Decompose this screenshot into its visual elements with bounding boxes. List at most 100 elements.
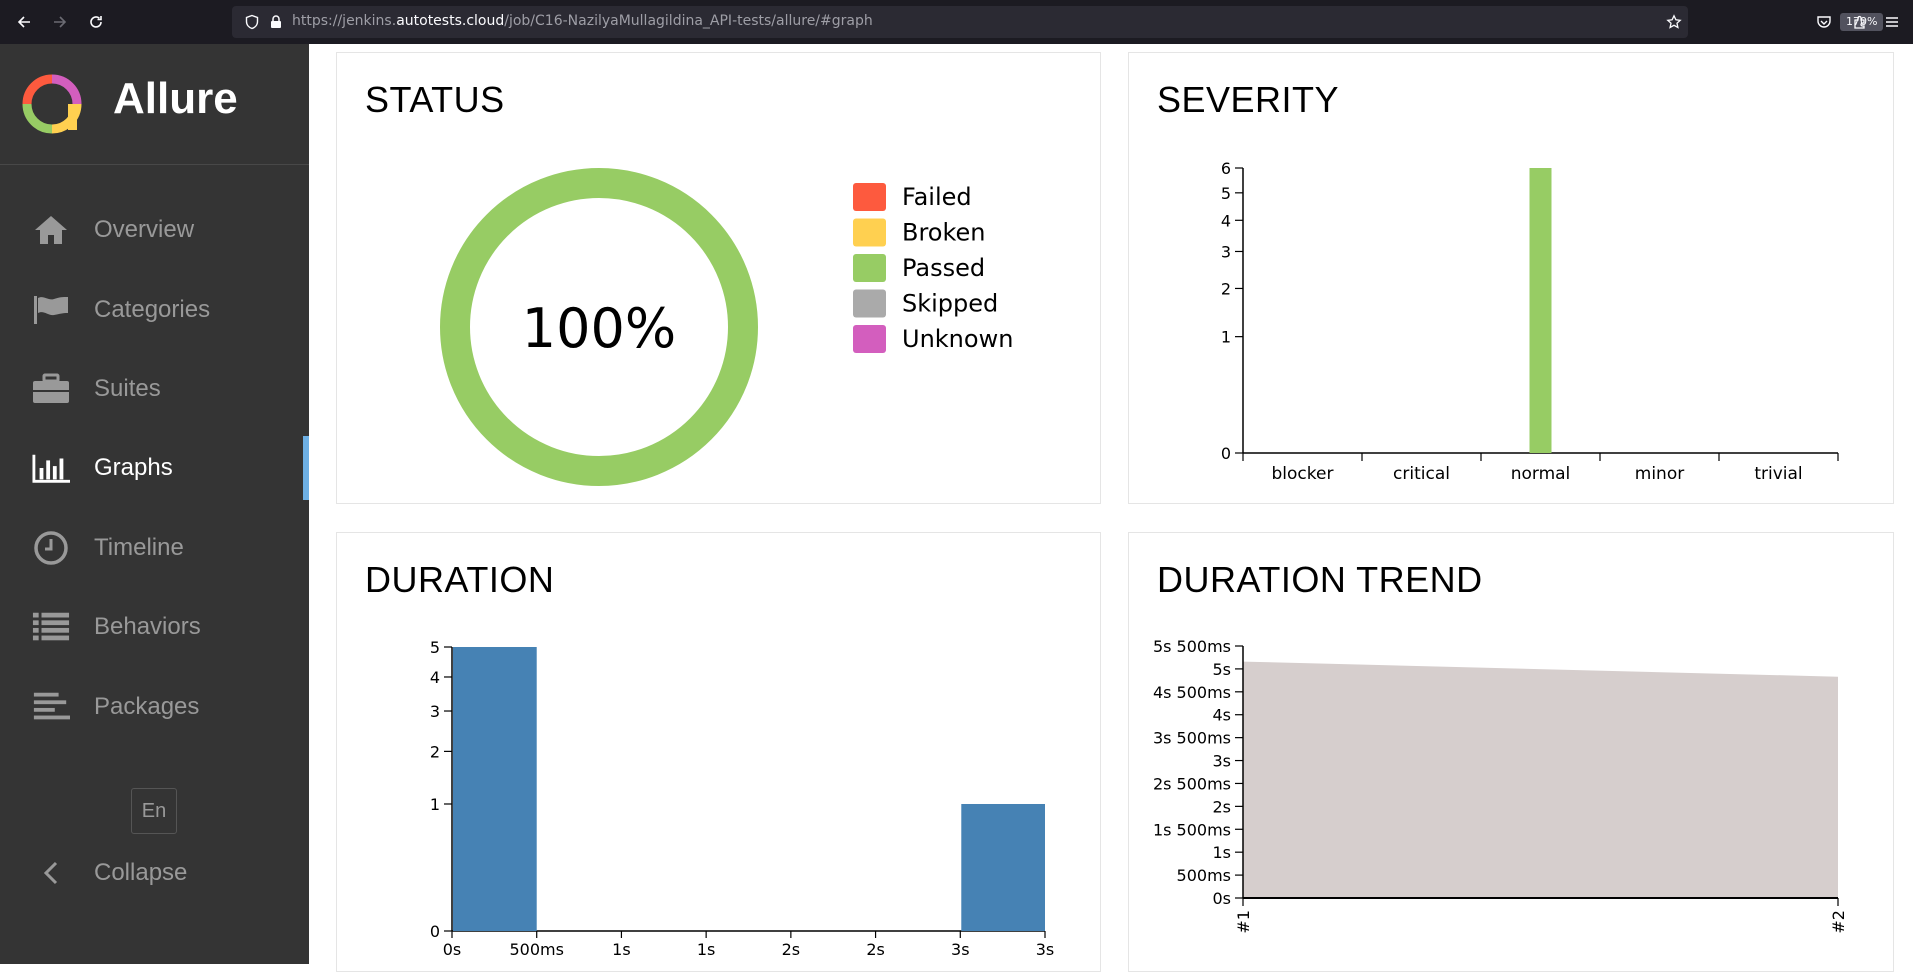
- y-tick-label: 0: [430, 922, 440, 941]
- y-tick-label: 4s 500ms: [1153, 683, 1231, 702]
- collapse-label: Collapse: [94, 859, 188, 886]
- menu-icon[interactable]: [1880, 10, 1904, 34]
- x-tick-label: 0s: [443, 940, 462, 959]
- bar-chart-icon: [32, 449, 70, 487]
- y-tick-label: 4s: [1212, 706, 1231, 725]
- browser-toolbar: https://jenkins.autotests.cloud/job/C16-…: [0, 0, 1913, 44]
- duration-panel: DURATION 0 1 2 3 4 5 0s 500ms 1s 1s 2s 2s 3s 3s: [336, 532, 1101, 972]
- x-tick-label: 3s: [1036, 940, 1055, 959]
- y-tick-label: 1: [1221, 328, 1231, 347]
- sidebar-item-label: Overview: [94, 216, 195, 243]
- home-icon: [32, 211, 70, 249]
- x-tick-label: #2: [1829, 910, 1848, 934]
- y-tick-label: 1s 500ms: [1153, 820, 1231, 839]
- collapse-button[interactable]: Collapse: [0, 841, 309, 905]
- legend-label-skipped: Skipped: [902, 290, 998, 318]
- sidebar-item-timeline[interactable]: Timeline: [0, 516, 309, 580]
- legend-swatch-failed: [853, 183, 886, 211]
- legend-label-failed: Failed: [902, 183, 972, 211]
- sidebar-item-packages[interactable]: Packages: [0, 675, 309, 739]
- lock-icon[interactable]: [268, 14, 284, 30]
- flag-icon: [32, 291, 70, 329]
- trend-area: [1243, 661, 1838, 898]
- x-tick-label: 2s: [866, 940, 885, 959]
- y-tick-label: 6: [1221, 159, 1231, 178]
- sidebar-item-behaviors[interactable]: Behaviors: [0, 595, 309, 659]
- legend-swatch-skipped: [853, 289, 886, 318]
- y-tick-label: 2s: [1212, 797, 1231, 816]
- y-tick-label: 5: [1221, 184, 1231, 203]
- sidebar-item-label: Categories: [94, 296, 211, 323]
- sidebar-item-label: Graphs: [94, 454, 173, 481]
- legend-swatch-unknown: [853, 325, 886, 353]
- duration-trend-chart: 0s 500ms 1s 1s 500ms 2s 2s 500ms 3s 3s 500ms 4s 4…: [1153, 637, 1848, 934]
- y-tick-label: 1: [430, 795, 440, 814]
- duration-bar: [453, 647, 537, 931]
- sidebar-item-suites[interactable]: Suites: [0, 357, 309, 421]
- sidebar: Allure Overview Categories Suites Graphs…: [0, 44, 309, 964]
- address-bar[interactable]: https://jenkins.autotests.cloud/job/C16-…: [232, 6, 1884, 38]
- y-tick-label: 2s 500ms: [1153, 774, 1231, 793]
- y-tick-label: 3: [1221, 242, 1231, 261]
- y-tick-label: 3: [430, 702, 440, 721]
- y-tick-label: 4: [1221, 211, 1231, 230]
- forward-icon[interactable]: [48, 10, 72, 34]
- x-tick-label: trivial: [1754, 464, 1802, 484]
- sidebar-item-label: Timeline: [94, 534, 184, 561]
- url-text[interactable]: https://jenkins.autotests.cloud/job/C16-…: [292, 13, 873, 29]
- x-tick-label: 500ms: [509, 940, 563, 959]
- pocket-icon[interactable]: [1812, 10, 1836, 34]
- y-tick-label: 0: [1221, 444, 1231, 463]
- y-tick-label: 500ms: [1177, 866, 1231, 885]
- y-tick-label: 3s 500ms: [1153, 729, 1231, 748]
- legend-label-passed: Passed: [902, 254, 985, 282]
- sidebar-item-label: Suites: [94, 375, 161, 402]
- y-tick-label: 0s: [1212, 889, 1231, 908]
- pie-center-label: 100%: [522, 297, 676, 360]
- y-tick-label: 1s: [1212, 843, 1231, 862]
- x-tick-label: 3s: [951, 940, 970, 959]
- y-tick-label: 5: [430, 638, 440, 657]
- severity-chart: 0 1 2 3 4 5 6 blocker critical normal minor trivial: [1221, 159, 1839, 484]
- severity-panel: SEVERITY 0 1 2 3 4 5 6 blocker critical normal min…: [1128, 52, 1894, 504]
- brand[interactable]: Allure: [0, 44, 309, 165]
- align-left-icon: [32, 688, 70, 726]
- x-tick-label: #1: [1234, 910, 1253, 934]
- x-tick-label: normal: [1511, 464, 1571, 484]
- duration-bar: [961, 803, 1045, 931]
- x-tick-label: minor: [1635, 464, 1684, 484]
- legend-label-unknown: Unknown: [902, 325, 1013, 353]
- shield-icon[interactable]: [244, 14, 260, 30]
- duration-trend-panel: DURATION TREND 0s 500ms 1s 1s 500ms 2s 2s 500…: [1128, 532, 1894, 972]
- list-icon: [32, 608, 70, 646]
- chevron-left-icon: [32, 854, 70, 892]
- clock-icon: [32, 529, 70, 567]
- sidebar-item-graphs[interactable]: Graphs: [0, 436, 309, 500]
- star-icon[interactable]: [1666, 14, 1682, 30]
- y-tick-label: 2: [1221, 279, 1231, 298]
- brand-name: Allure: [113, 74, 238, 123]
- briefcase-icon: [32, 370, 70, 408]
- y-tick-label: 5s: [1212, 660, 1231, 679]
- x-tick-label: 1s: [612, 940, 631, 959]
- y-tick-label: 5s 500ms: [1153, 637, 1231, 656]
- y-tick-label: 3s: [1212, 752, 1231, 771]
- sidebar-item-categories[interactable]: Categories: [0, 278, 309, 342]
- language-button[interactable]: En: [131, 788, 177, 834]
- reload-icon[interactable]: [84, 10, 108, 34]
- legend-swatch-broken: [853, 218, 886, 247]
- y-tick-label: 4: [430, 668, 440, 687]
- y-tick-label: 2: [430, 742, 440, 761]
- sidebar-item-overview[interactable]: Overview: [0, 198, 309, 262]
- legend-label-broken: Broken: [902, 219, 986, 247]
- status-panel: STATUS 100% Failed Broken Passed Skipped Unkn…: [336, 52, 1101, 504]
- x-tick-label: blocker: [1272, 464, 1334, 484]
- duration-chart: 0 1 2 3 4 5 0s 500ms 1s 1s 2s 2s 3s 3s: [430, 638, 1055, 959]
- extensions-icon[interactable]: [1848, 10, 1872, 34]
- sidebar-item-label: Behaviors: [94, 613, 201, 640]
- x-tick-label: critical: [1393, 464, 1450, 484]
- allure-logo-icon: [22, 74, 82, 134]
- back-icon[interactable]: [12, 10, 36, 34]
- bar-normal: [1529, 168, 1552, 453]
- sidebar-item-label: Packages: [94, 693, 200, 720]
